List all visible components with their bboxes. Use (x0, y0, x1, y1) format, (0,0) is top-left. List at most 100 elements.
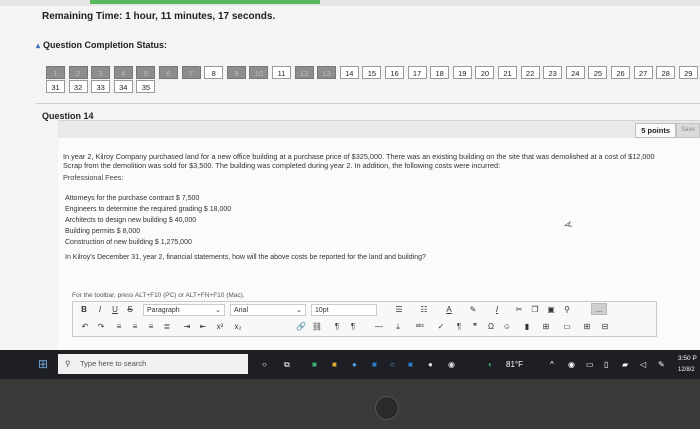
question-nav-button[interactable]: 22 (520, 66, 540, 79)
question-nav-button[interactable]: 29 (678, 66, 698, 79)
task-view-icon[interactable]: ⧉ (284, 350, 294, 379)
camera-icon[interactable]: ▰ (622, 350, 632, 379)
font-size-select[interactable]: 10pt (311, 304, 377, 316)
chrome-icon[interactable]: ◉ (448, 350, 460, 379)
question-nav-button[interactable]: 13 (317, 66, 337, 79)
display-icon[interactable]: ▯ (604, 350, 614, 379)
battery-icon[interactable]: ▭ (586, 350, 596, 379)
question-nav-button[interactable]: 27 (633, 66, 653, 79)
italic-button[interactable]: I (95, 304, 105, 316)
question-nav-button[interactable]: 3 (91, 66, 111, 79)
question-nav-button[interactable]: 17 (407, 66, 427, 79)
special-character-icon[interactable]: Ω (485, 321, 497, 333)
bold-button[interactable]: B (79, 304, 89, 316)
highlight-icon[interactable]: ✎ (465, 304, 481, 316)
question-nav-button[interactable]: 19 (452, 66, 472, 79)
redo-icon[interactable]: ↷ (95, 321, 107, 333)
question-nav-button[interactable]: 26 (611, 66, 630, 79)
save-answer-button[interactable]: Save (676, 123, 700, 138)
font-select[interactable]: Arial ⌄ (230, 304, 306, 316)
app-icon[interactable]: ■ (372, 350, 384, 379)
file-explorer-icon[interactable]: ■ (332, 350, 344, 379)
paste-icon[interactable]: ▣ (545, 304, 557, 316)
paragraph-mark-icon[interactable]: ¶ (453, 321, 465, 333)
table-icon[interactable]: ⊞ (539, 321, 553, 333)
numbered-list-icon[interactable]: ☷ (416, 304, 432, 316)
insert-icon[interactable]: ⤓ (391, 321, 405, 333)
question-nav-button[interactable]: 21 (498, 66, 517, 79)
code-icon[interactable]: ▭ (561, 321, 573, 333)
cortana-icon[interactable]: ○ (262, 350, 272, 379)
emoji-icon[interactable]: ☺ (501, 321, 513, 333)
question-nav-button[interactable]: 4 (113, 66, 133, 79)
copy-icon[interactable]: ❐ (529, 304, 541, 316)
horizontal-line-icon[interactable]: — (373, 321, 385, 333)
question-nav-button[interactable]: 24 (565, 66, 585, 79)
question-nav-button[interactable]: 5 (136, 66, 156, 79)
question-nav-button[interactable]: 32 (68, 80, 88, 93)
question-nav-button[interactable]: 16 (385, 66, 404, 79)
grid-icon[interactable]: ⊞ (581, 321, 593, 333)
justify-icon[interactable]: ≣ (161, 321, 173, 333)
outdent-icon[interactable]: ⇤ (197, 321, 209, 333)
collapse-arrow-icon[interactable]: ▴ (36, 41, 40, 50)
strikethrough-button[interactable]: S (125, 304, 135, 316)
unlink-icon[interactable]: ⛓ (311, 321, 323, 333)
superscript-icon[interactable]: x² (213, 321, 227, 333)
question-nav-button[interactable]: 8 (204, 66, 224, 79)
question-nav-button[interactable]: 14 (339, 66, 359, 79)
link-icon[interactable]: 🔗 (295, 321, 307, 333)
question-nav-button[interactable]: 34 (113, 80, 133, 93)
question-nav-button[interactable]: 11 (272, 66, 291, 79)
check-icon[interactable]: ✓ (435, 321, 447, 333)
quote-icon[interactable]: ❞ (469, 321, 481, 333)
taskbar-search-input[interactable]: ⚲ Type here to search (58, 354, 248, 374)
question-nav-button[interactable]: 20 (475, 66, 495, 79)
chevron-up-icon[interactable]: ^ (550, 350, 560, 379)
align-center-icon[interactable]: ≡ (129, 321, 141, 333)
subscript-icon[interactable]: x₂ (231, 321, 245, 333)
underline-button[interactable]: U (110, 304, 120, 316)
question-nav-button[interactable]: 2 (68, 66, 88, 79)
undo-icon[interactable]: ↶ (79, 321, 91, 333)
question-nav-button[interactable]: 35 (136, 80, 156, 93)
text-color-icon[interactable]: A (441, 304, 457, 316)
weather-temp[interactable]: 81°F (506, 350, 530, 379)
align-left-icon[interactable]: ≡ (113, 321, 125, 333)
question-nav-button[interactable]: 1 (46, 66, 65, 79)
answer-editor[interactable]: For the toolbar, press ALT+F10 (PC) or A… (70, 288, 700, 350)
rtl-icon[interactable]: ¶ (347, 321, 359, 333)
question-nav-button[interactable]: 33 (91, 80, 111, 93)
question-nav-button[interactable]: 28 (656, 66, 676, 79)
question-nav-button[interactable]: 15 (362, 66, 382, 79)
store-icon[interactable]: ■ (408, 350, 420, 379)
question-nav-button[interactable]: 12 (294, 66, 314, 79)
volume-icon[interactable]: ◁ (640, 350, 650, 379)
app-icon[interactable]: ○ (390, 350, 402, 379)
windows-start-icon[interactable]: ⊞ (38, 350, 52, 379)
ltr-icon[interactable]: ¶ (331, 321, 343, 333)
question-nav-button[interactable]: 25 (588, 66, 608, 79)
question-nav-button[interactable]: 31 (46, 80, 65, 93)
bullet-list-icon[interactable]: ☰ (391, 304, 407, 316)
clear-format-icon[interactable]: I (491, 304, 503, 316)
question-completion-status[interactable]: ▴ Question Completion Status: (36, 40, 167, 50)
spellcheck-icon[interactable]: ᵃᵇᶜ (413, 321, 427, 333)
app-icon[interactable]: ■ (312, 350, 324, 379)
network-icon[interactable]: ◉ (568, 350, 578, 379)
pen-icon[interactable]: ✎ (658, 350, 668, 379)
media-icon[interactable]: ▮ (521, 321, 533, 333)
question-nav-button[interactable]: 7 (181, 66, 201, 79)
table-props-icon[interactable]: ⊟ (599, 321, 611, 333)
more-button[interactable]: ... (591, 303, 607, 315)
question-nav-button[interactable]: 6 (159, 66, 178, 79)
question-nav-button[interactable]: 10 (249, 66, 269, 79)
align-right-icon[interactable]: ≡ (145, 321, 157, 333)
indent-icon[interactable]: ⇥ (181, 321, 193, 333)
cut-icon[interactable]: ✂ (513, 304, 525, 316)
paragraph-select[interactable]: Paragraph ⌄ (143, 304, 225, 316)
question-nav-button[interactable]: 18 (430, 66, 450, 79)
edge-icon[interactable]: ● (352, 350, 364, 379)
search-icon[interactable]: ⚲ (561, 304, 573, 316)
app-icon[interactable]: ● (428, 350, 440, 379)
